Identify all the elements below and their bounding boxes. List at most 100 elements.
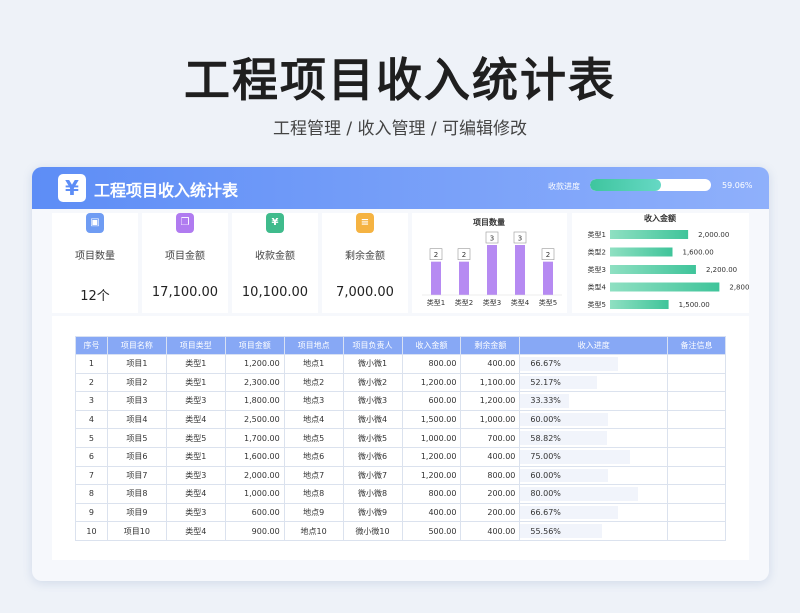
cell-type: 类型1 xyxy=(165,446,226,467)
cell-no: 6 xyxy=(75,446,108,467)
cell-progress: 58.82% xyxy=(519,428,669,448)
cell-note[interactable] xyxy=(667,372,726,393)
column-header[interactable]: 项目负责人 xyxy=(342,336,403,355)
column-header[interactable]: 项目金额 xyxy=(224,336,285,355)
cell-income: 1,200.00 xyxy=(401,372,462,393)
column-header[interactable]: 项目地点 xyxy=(283,336,344,355)
kpi-tile: ▣ 项目数量 12个 xyxy=(52,213,138,313)
cell-no: 10 xyxy=(75,521,108,541)
tick-label: 类型3 xyxy=(588,265,606,274)
progress-text: 55.56% xyxy=(530,526,561,536)
cell-name: 项目3 xyxy=(106,391,167,411)
column-header[interactable]: 备注信息 xyxy=(667,336,726,355)
progress-text: 80.00% xyxy=(530,489,561,499)
cell-no: 9 xyxy=(75,502,108,523)
column-header[interactable]: 剩余金额 xyxy=(460,336,521,355)
project-income-table: 序号 项目名称 项目类型 项目金额 项目地点 项目负责人 收入金额 剩余金额 收入进度 备注信息 … xyxy=(75,336,726,541)
cell-remain: 1,100.00 xyxy=(460,372,521,393)
cell-note[interactable] xyxy=(667,391,726,411)
cell-remain: 700.00 xyxy=(460,428,521,448)
table-row[interactable]: 6 项目6 类型1 1,600.00 地点6 微小微6 1,200.00 400.00 75.0… xyxy=(75,446,726,467)
data-label: 3 xyxy=(518,235,522,243)
kpi-tile: ≡ 剩余金额 7,000.00 xyxy=(322,213,408,313)
chart-title: 收入金额 xyxy=(644,213,676,223)
dashboard-card: ¥ 工程项目收入统计表 收款进度 59.06% ▣ 项目数量 12个 ❐ 项目金额 17,… xyxy=(32,167,769,581)
bar xyxy=(610,300,669,309)
column-header[interactable]: 项目名称 xyxy=(106,336,167,355)
bar xyxy=(459,261,469,295)
bar xyxy=(610,230,689,239)
bar xyxy=(610,247,673,257)
project-table-panel: 序号 项目名称 项目类型 项目金额 项目地点 项目负责人 收入金额 剩余金额 收入进度 备注信息 … xyxy=(52,316,749,560)
progress-text: 33.33% xyxy=(530,396,561,406)
cell-no: 1 xyxy=(75,354,108,374)
tick-label: 类型2 xyxy=(588,248,606,257)
cell-note[interactable] xyxy=(667,521,726,541)
cell-note[interactable] xyxy=(667,446,726,467)
kpi-value: 7,000.00 xyxy=(336,285,394,300)
cell-amount: 2,500.00 xyxy=(224,409,285,430)
cell-owner: 微小微3 xyxy=(342,391,403,411)
copy-icon: ❐ xyxy=(176,213,194,233)
dashboard-header: ¥ 工程项目收入统计表 收款进度 59.06% xyxy=(32,167,769,209)
tick-label: 类型4 xyxy=(511,298,530,307)
table-row[interactable]: 10 项目10 类型4 900.00 地点10 微小微10 500.00 400.00 55.5… xyxy=(75,521,726,541)
cell-progress: 33.33% xyxy=(519,391,669,411)
table-row[interactable]: 1 项目1 类型1 1,200.00 地点1 微小微1 800.00 400.00 66.67% xyxy=(75,354,726,374)
cell-name: 项目9 xyxy=(106,502,167,523)
kpi-value: 17,100.00 xyxy=(151,285,219,300)
cell-note[interactable] xyxy=(667,502,726,523)
cell-place: 地点3 xyxy=(283,391,344,411)
column-header[interactable]: 收入进度 xyxy=(519,336,669,355)
table-row[interactable]: 9 项目9 类型3 600.00 地点9 微小微9 400.00 200.00 66.67% xyxy=(75,502,726,523)
tick-label: 类型2 xyxy=(455,298,473,307)
kpi-label: 收款金额 xyxy=(255,251,295,262)
collection-progress-bar xyxy=(590,179,711,191)
progress-text: 66.67% xyxy=(530,508,561,518)
progress-text: 52.17% xyxy=(530,377,561,387)
column-header[interactable]: 收入金额 xyxy=(401,336,462,355)
column-header[interactable]: 序号 xyxy=(75,336,108,355)
data-label: 1,500.00 xyxy=(679,301,710,309)
cell-owner: 微小微6 xyxy=(342,446,403,467)
table-row[interactable]: 2 项目2 类型1 2,300.00 地点2 微小微2 1,200.00 1,100.00 52… xyxy=(75,372,726,393)
cell-remain: 1,000.00 xyxy=(460,409,521,430)
cell-note[interactable] xyxy=(667,465,726,486)
table-row[interactable]: 5 项目5 类型5 1,700.00 地点5 微小微5 1,000.00 700.00 58.8… xyxy=(75,428,726,448)
cell-amount: 1,200.00 xyxy=(224,354,285,374)
collection-progress-fill xyxy=(590,179,662,191)
chart-title: 项目数量 xyxy=(473,217,505,227)
table-row[interactable]: 4 项目4 类型4 2,500.00 地点4 微小微4 1,500.00 1,000.00 60… xyxy=(75,409,726,430)
table-row[interactable]: 8 项目8 类型4 1,000.00 地点8 微小微8 800.00 200.00 80.00% xyxy=(75,484,726,504)
cell-amount: 1,600.00 xyxy=(224,446,285,467)
table-row[interactable]: 3 项目3 类型3 1,800.00 地点3 微小微3 600.00 1,200.00 33.3… xyxy=(75,391,726,411)
table-row[interactable]: 7 项目7 类型3 2,000.00 地点7 微小微7 1,200.00 800.00 60.0… xyxy=(75,465,726,486)
progress-text: 58.82% xyxy=(530,433,561,443)
cell-amount: 2,300.00 xyxy=(224,372,285,393)
progress-text: 66.67% xyxy=(530,359,561,369)
kpi-value: 10,100.00 xyxy=(241,285,309,300)
bar xyxy=(610,265,696,274)
cell-progress: 80.00% xyxy=(519,484,669,504)
cell-place: 地点9 xyxy=(283,502,344,523)
cell-owner: 微小微7 xyxy=(342,465,403,486)
cell-no: 5 xyxy=(75,428,108,448)
cell-amount: 600.00 xyxy=(224,502,285,523)
cell-note[interactable] xyxy=(667,354,726,374)
cell-owner: 微小微9 xyxy=(342,502,403,523)
income-amount-chart-svg: 收入金额类型1 2,000.00 类型2 1,600.00 类型3 2,200.00 类型4… xyxy=(588,213,761,309)
cell-place: 地点6 xyxy=(283,446,344,467)
cell-note[interactable] xyxy=(667,484,726,504)
cell-note[interactable] xyxy=(667,428,726,448)
kpi-label: 项目数量 xyxy=(75,251,115,262)
kpi-value: 12个 xyxy=(80,289,110,304)
data-label: 2 xyxy=(546,251,550,259)
cell-income: 800.00 xyxy=(401,354,462,374)
cell-amount: 2,000.00 xyxy=(224,465,285,486)
cell-type: 类型1 xyxy=(165,372,226,393)
cell-income: 400.00 xyxy=(401,502,462,523)
column-header[interactable]: 项目类型 xyxy=(165,336,226,355)
progress-text: 75.00% xyxy=(530,452,561,462)
cell-note[interactable] xyxy=(667,409,726,430)
cell-type: 类型3 xyxy=(165,391,226,411)
